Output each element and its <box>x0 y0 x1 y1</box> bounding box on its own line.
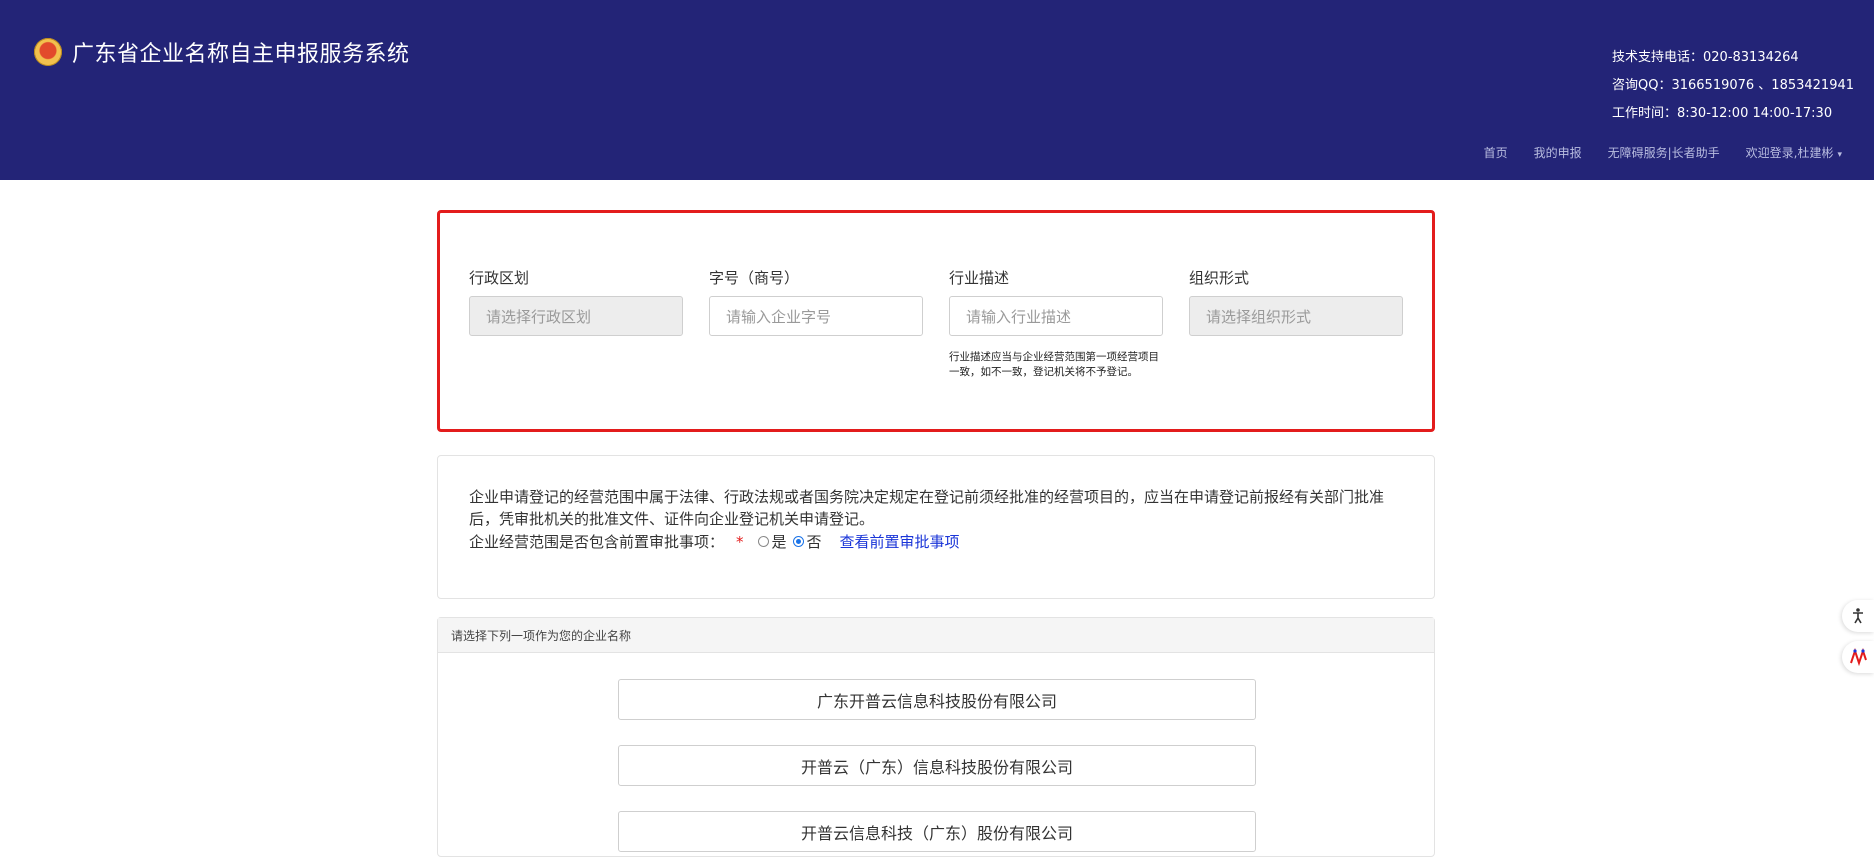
nav-my-applications[interactable]: 我的申报 <box>1534 144 1582 161</box>
required-mark: * <box>736 532 744 551</box>
field-trade-name-label: 字号（商号） <box>709 269 800 287</box>
trade-name-input[interactable]: 请输入企业字号 <box>709 296 923 336</box>
accessibility-icon[interactable] <box>1842 600 1874 632</box>
question-label: 企业经营范围是否包含前置审批事项： <box>469 533 725 551</box>
field-org-form: 组织形式 请选择组织形式 <box>1189 267 1403 336</box>
name-form-card: 行政区划 请选择行政区划 字号（商号） 请输入企业字号 行业描述 请输入行业描述… <box>437 210 1435 432</box>
nav-home[interactable]: 首页 <box>1484 144 1508 161</box>
field-trade-name: 字号（商号） 请输入企业字号 <box>709 267 923 336</box>
name-option-1[interactable]: 广东开普云信息科技股份有限公司 <box>618 679 1256 720</box>
name-options-heading: 请选择下列一项作为您的企业名称 <box>438 618 1434 653</box>
site-title: 广东省企业名称自主申报服务系统 <box>72 42 410 67</box>
brand[interactable]: 广东省企业名称自主申报服务系统 <box>34 36 410 68</box>
industry-input[interactable]: 请输入行业描述 <box>949 296 1163 336</box>
radio-no-label[interactable]: 否 <box>807 531 822 552</box>
pre-approval-notice-card: 企业申请登记的经营范围中属于法律、行政法规或者国务院决定规定在登记前须经批准的经… <box>437 455 1435 599</box>
user-greeting: 欢迎登录,杜建彬 <box>1745 146 1834 160</box>
work-hours: 工作时间：8:30-12:00 14:00-17:30 <box>1612 106 1833 121</box>
name-options-card: 请选择下列一项作为您的企业名称 广东开普云信息科技股份有限公司 开普云（广东）信… <box>437 617 1435 857</box>
support-qq: 咨询QQ：3166519076 、1853421941 <box>1612 78 1855 93</box>
support-phone: 技术支持电话：020-83134264 <box>1612 50 1799 65</box>
radio-no[interactable] <box>792 536 804 547</box>
industry-hint: 行业描述应当与企业经营范围第一项经营项目一致，如不一致，登记机关将不予登记。 <box>949 351 1159 378</box>
view-pre-approval-link[interactable]: 查看前置审批事项 <box>840 531 960 552</box>
accessibility-glyph <box>1853 608 1863 624</box>
contact-info: 技术支持电话：020-83134264 咨询QQ：3166519076 、185… <box>1612 44 1854 128</box>
field-industry-label: 行业描述 <box>949 269 1010 287</box>
field-region-label: 行政区划 <box>469 269 530 287</box>
notice-text: 企业申请登记的经营范围中属于法律、行政法规或者国务院决定规定在登记前须经批准的经… <box>469 488 1385 528</box>
nav-accessibility[interactable]: 无障碍服务|长者助手 <box>1608 144 1720 161</box>
header-bar: 广东省企业名称自主申报服务系统 技术支持电话：020-83134264 咨询QQ… <box>0 0 1874 180</box>
field-org-form-label: 组织形式 <box>1189 269 1250 287</box>
radio-yes[interactable] <box>757 536 769 547</box>
org-form-select[interactable]: 请选择组织形式 <box>1189 296 1403 336</box>
nav-user-menu[interactable]: 欢迎登录,杜建彬 ▾ <box>1746 144 1842 161</box>
radio-yes-label[interactable]: 是 <box>772 531 787 552</box>
field-region: 行政区划 请选择行政区划 <box>469 267 683 336</box>
chevron-down-icon: ▾ <box>1837 150 1842 160</box>
name-option-2[interactable]: 开普云（广东）信息科技股份有限公司 <box>618 745 1256 786</box>
field-industry: 行业描述 请输入行业描述 行业描述应当与企业经营范围第一项经营项目一致，如不一致… <box>949 267 1163 380</box>
top-nav: 首页 我的申报 无障碍服务|长者助手 欢迎登录,杜建彬 ▾ <box>1484 144 1842 161</box>
pre-approval-question: 企业经营范围是否包含前置审批事项： * 是 否 查看前置审批事项 <box>469 531 960 552</box>
national-emblem-icon <box>34 38 62 66</box>
elder-assist-icon[interactable] <box>1842 641 1874 673</box>
elder-assist-glyph <box>1850 648 1867 666</box>
region-select[interactable]: 请选择行政区划 <box>469 296 683 336</box>
